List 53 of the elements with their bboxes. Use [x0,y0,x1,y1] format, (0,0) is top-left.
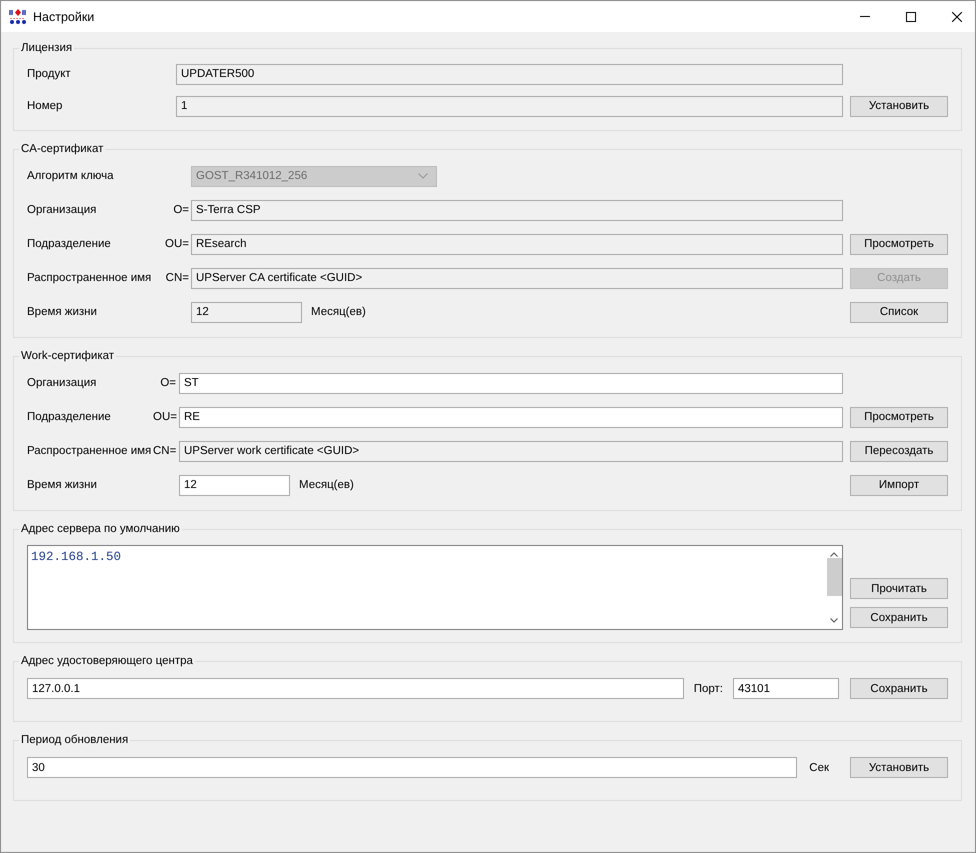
input-field[interactable]: 12 [179,474,290,496]
action-button[interactable]: Список [850,302,948,322]
group-title: Адрес сервера по умолчанию [20,523,181,535]
input-field[interactable]: 12 [191,302,302,322]
field-prefix: CN= [153,445,176,457]
unit-label: Месяц(ев) [299,479,354,491]
action-button[interactable]: Импорт [850,474,948,496]
field-label: Алгоритм ключа [27,170,115,182]
port-field[interactable]: 43101 [733,678,839,699]
group-title: CA-сертификат [20,143,104,155]
field-label: Время жизни [27,306,98,318]
field-label: Номер [27,100,64,112]
group-title: Work-сертификат [20,350,116,362]
action-button[interactable]: Просмотреть [850,234,948,254]
window-title: Настройки [33,10,94,24]
text-area[interactable]: 192.168.1.50 [27,545,843,630]
field-prefix: OU= [153,411,177,423]
action-button[interactable]: Просмотреть [850,406,948,428]
field-label: Распространенное имя [27,445,152,457]
field-label: Продукт [27,68,72,80]
action-button[interactable]: Установить [850,757,948,778]
input-field[interactable]: ST [179,372,843,394]
field-label: Время жизни [27,479,98,491]
period-field[interactable]: 30 [27,757,798,778]
group-title: Лицензия [20,42,74,54]
unit-label: Месяц(ев) [311,306,366,318]
group-title: Адрес удостоверяющего центра [20,655,194,667]
address-field[interactable]: 127.0.0.1 [27,678,684,699]
input-field[interactable]: 1 [176,96,843,116]
field-label: Подразделение [27,411,112,423]
field-prefix: O= [173,204,189,216]
input-field[interactable]: RE [179,406,843,428]
field-label: Организация [27,204,98,216]
action-button[interactable]: Сохранить [850,607,948,628]
action-button[interactable]: Пересоздать [850,440,948,462]
input-field[interactable]: S-Terra CSP [191,200,843,220]
unit-label: Сек [809,762,829,774]
field-label: Распространенное имя [27,272,152,284]
field-prefix: O= [160,377,176,389]
action-button[interactable]: Сохранить [850,678,948,699]
field-label: Подразделение [27,238,112,250]
port-label: Порт: [694,682,723,694]
input-field[interactable]: UPServer CA certificate <GUID> [191,268,843,288]
group-title: Период обновления [20,734,130,746]
action-button[interactable]: Прочитать [850,578,948,599]
field-prefix: CN= [166,272,189,284]
server-address: 192.168.1.50 [31,550,122,564]
input-field[interactable]: UPDATER500 [176,64,843,84]
input-field[interactable]: UPServer work certificate <GUID> [179,440,843,462]
field-label: Организация [27,377,98,389]
action-button[interactable]: Установить [850,96,948,116]
input-field[interactable]: REsearch [191,234,843,254]
field-prefix: OU= [165,238,189,250]
